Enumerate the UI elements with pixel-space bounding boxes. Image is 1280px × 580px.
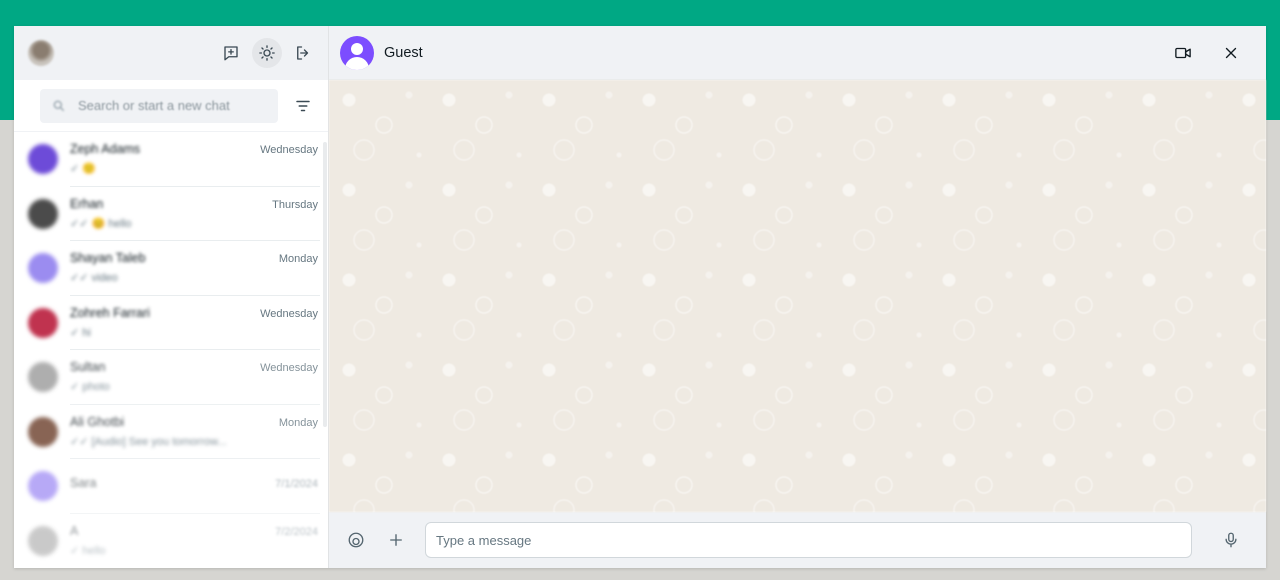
- chat-preview: ✓✓ video: [70, 272, 118, 285]
- chat-preview: ✓ 🙂: [70, 163, 96, 176]
- chat-row-top: Sultan Wednesday: [70, 360, 318, 374]
- sidebar: Zeph Adams Wednesday ✓ 🙂 Erhan Thursday …: [14, 26, 329, 568]
- video-call-icon: [1175, 47, 1191, 58]
- chat-time: 7/2/2024: [275, 526, 318, 539]
- attach-plus-icon: [390, 534, 402, 546]
- contact-name[interactable]: Guest: [384, 45, 1168, 61]
- profile-avatar[interactable]: [28, 40, 54, 66]
- search-icon: [53, 100, 65, 111]
- chat-name: Sultan: [70, 360, 106, 375]
- chat-meta: Sara 7/1/2024: [70, 459, 320, 514]
- chat-time: Monday: [278, 253, 318, 266]
- chat-time: Wednesday: [260, 307, 318, 320]
- chat-list-item[interactable]: A 7/2/2024 ✓ hello: [14, 514, 320, 569]
- chat-preview: ✓ hello: [70, 545, 106, 558]
- chat-avatar: [28, 362, 58, 393]
- close-icon: [1225, 47, 1237, 58]
- chat-time: Wednesday: [260, 362, 318, 375]
- chat-meta: A 7/2/2024 ✓ hello: [70, 514, 320, 569]
- chat-name: A: [70, 524, 79, 539]
- chat-name: Ali Ghotbi: [70, 414, 125, 429]
- sidebar-header: [14, 26, 328, 80]
- avatar-body-shape: [345, 56, 369, 70]
- emoji-button[interactable]: [341, 525, 371, 555]
- close-chat-button[interactable]: [1216, 38, 1246, 68]
- chat-list-item[interactable]: Erhan Thursday ✓✓ 😊 hello: [14, 187, 320, 241]
- sidebar-actions: [216, 38, 318, 68]
- chat-avatar: [28, 253, 58, 284]
- conversation-header: Guest: [329, 26, 1266, 80]
- chat-row-top: Erhan Thursday: [70, 197, 318, 211]
- chat-list-item[interactable]: Zeph Adams Wednesday ✓ 🙂: [14, 132, 320, 187]
- contact-avatar[interactable]: [340, 35, 374, 70]
- chat-time: Monday: [278, 416, 318, 429]
- chat-row-top: Ali Ghotbi Monday: [70, 415, 318, 429]
- chat-meta: Zohreh Farrari Wednesday ✓ hi: [70, 296, 320, 350]
- chat-name: Zohreh Farrari: [70, 305, 150, 320]
- chat-list: Zeph Adams Wednesday ✓ 🙂 Erhan Thursday …: [14, 132, 328, 568]
- chat-preview: ✓ hi: [70, 326, 91, 339]
- chat-list-item[interactable]: Shayan Taleb Monday ✓✓ video: [14, 241, 320, 296]
- chat-name: Shayan Taleb: [70, 251, 146, 266]
- chat-meta: Shayan Taleb Monday ✓✓ video: [70, 241, 320, 296]
- chat-avatar: [28, 525, 58, 556]
- message-area[interactable]: [329, 80, 1266, 512]
- theme-toggle-button[interactable]: [252, 38, 282, 68]
- microphone-icon: [1225, 532, 1237, 548]
- new-chat-button[interactable]: [216, 38, 246, 68]
- chat-avatar: [28, 307, 58, 338]
- chat-meta: Sultan Wednesday ✓ photo: [70, 350, 320, 405]
- filter-icon: [296, 100, 310, 111]
- chat-avatar: [28, 198, 58, 229]
- video-call-button[interactable]: [1168, 38, 1198, 68]
- chat-avatar: [28, 471, 58, 502]
- chat-name: Zeph Adams: [70, 142, 141, 157]
- chat-name: Erhan: [70, 196, 104, 211]
- theme-toggle-icon: [259, 45, 275, 61]
- chat-list-item[interactable]: Ali Ghotbi Monday ✓✓ [Audio] See you tom…: [14, 405, 320, 459]
- emoji-icon: [348, 532, 364, 548]
- attach-button[interactable]: [381, 525, 411, 555]
- voice-message-button[interactable]: [1216, 525, 1246, 555]
- chat-list-item[interactable]: Zohreh Farrari Wednesday ✓ hi: [14, 296, 320, 350]
- logout-icon: [297, 46, 309, 60]
- chat-time: Thursday: [272, 198, 318, 211]
- search-box[interactable]: [40, 88, 278, 123]
- logout-button[interactable]: [288, 38, 318, 68]
- chat-row-top: Sara 7/1/2024: [70, 476, 318, 490]
- chat-preview: ✓ photo: [70, 381, 110, 394]
- chat-time: Wednesday: [260, 144, 318, 157]
- chat-meta: Zeph Adams Wednesday ✓ 🙂: [70, 132, 320, 187]
- conversation-actions: [1168, 38, 1246, 68]
- search-input[interactable]: [78, 98, 278, 113]
- chat-list-item[interactable]: Sultan Wednesday ✓ photo: [14, 350, 320, 405]
- chat-row-top: Shayan Taleb Monday: [70, 251, 318, 265]
- message-input[interactable]: [425, 522, 1192, 558]
- chat-preview: ✓✓ [Audio] See you tomorrow...: [70, 435, 227, 448]
- chat-row-top: Zeph Adams Wednesday: [70, 142, 318, 156]
- chat-avatar: [28, 144, 58, 175]
- chat-preview: ✓✓ 😊 hello: [70, 217, 132, 230]
- chat-row-top: A 7/2/2024: [70, 524, 318, 538]
- chat-time: 7/1/2024: [275, 477, 318, 490]
- search-row: [14, 80, 328, 132]
- avatar-head-shape: [351, 42, 363, 55]
- chat-avatar: [28, 416, 58, 447]
- new-chat-icon: [224, 46, 238, 61]
- chat-list-item[interactable]: Sara 7/1/2024: [14, 459, 320, 514]
- chat-meta: Erhan Thursday ✓✓ 😊 hello: [70, 187, 320, 241]
- chat-meta: Ali Ghotbi Monday ✓✓ [Audio] See you tom…: [70, 405, 320, 459]
- message-composer: [329, 512, 1266, 568]
- app-window: Zeph Adams Wednesday ✓ 🙂 Erhan Thursday …: [14, 26, 1266, 568]
- chat-row-top: Zohreh Farrari Wednesday: [70, 306, 318, 320]
- filter-button[interactable]: [288, 91, 318, 121]
- conversation-pane: Guest: [329, 26, 1266, 568]
- chat-name: Sara: [70, 475, 97, 490]
